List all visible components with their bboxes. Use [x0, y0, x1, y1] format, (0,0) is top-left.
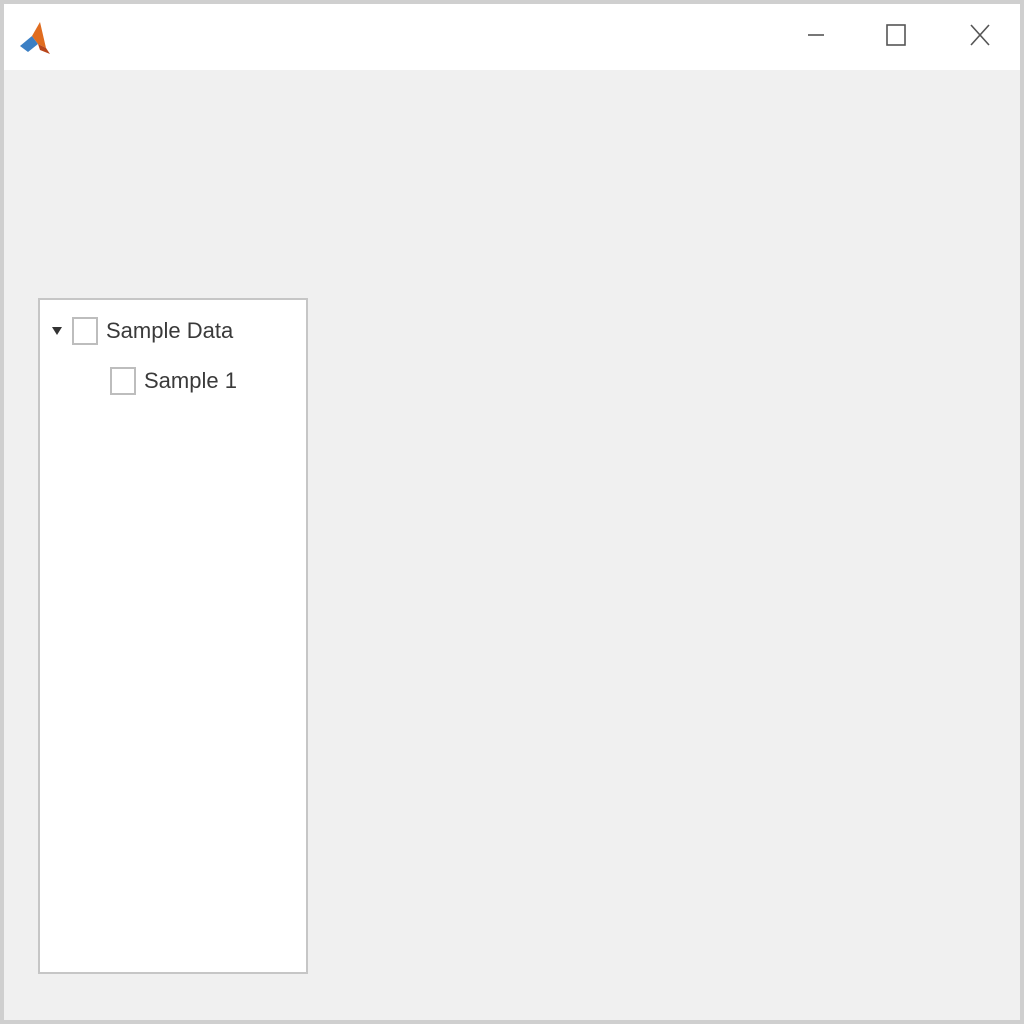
tree-node-label: Sample 1 — [144, 368, 237, 393]
minimize-icon — [807, 26, 825, 49]
tree-node-checkbox[interactable] — [110, 367, 136, 395]
tree-node-sample-data[interactable]: Sample Data — [46, 312, 233, 350]
maximize-icon — [886, 23, 906, 51]
maximize-button[interactable] — [856, 4, 936, 70]
expand-triangle-icon[interactable] — [46, 320, 68, 342]
tree-node-label: Sample Data — [106, 318, 234, 343]
tree-node-sample-1[interactable]: Sample 1 — [106, 362, 237, 400]
close-icon — [970, 23, 990, 51]
minimize-button[interactable] — [776, 4, 856, 70]
close-button[interactable] — [940, 4, 1020, 70]
checkbox-tree[interactable]: Sample Data Sample 1 — [38, 298, 308, 974]
app-window: Sample Data Sample 1 — [0, 0, 1024, 1024]
matlab-logo-icon — [18, 18, 52, 56]
tree-node-checkbox[interactable] — [72, 317, 98, 345]
title-bar[interactable] — [4, 4, 1020, 70]
